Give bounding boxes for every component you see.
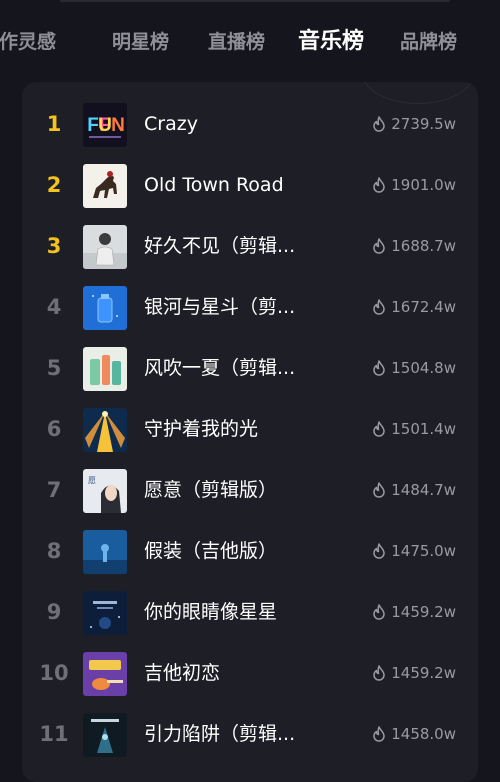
- girl-portrait-cover-art[interactable]: 愿: [83, 469, 127, 513]
- rank-number: 6: [46, 417, 62, 441]
- rank-number: 4: [46, 295, 62, 319]
- flame-icon: [373, 360, 385, 376]
- song-row[interactable]: 5 风吹一夏（剪辑... 1504.8w: [22, 338, 478, 399]
- flame-icon: [373, 177, 385, 193]
- heat-value: 1901.0w: [372, 155, 456, 216]
- category-tabs: 创作灵感 明星榜 直播榜 音乐榜 品牌榜: [0, 22, 500, 62]
- heat-text: 1459.2w: [391, 603, 456, 621]
- heat-text: 1504.8w: [391, 359, 456, 377]
- song-title: 你的眼睛像星星: [144, 601, 278, 623]
- blue-night-cover-art[interactable]: [83, 530, 127, 574]
- heat-value: 1475.0w: [372, 521, 456, 582]
- music-chart-panel: 1 F F U N Crazy 2739.5w 2 Old Town Road …: [22, 82, 478, 782]
- tab-live-chart[interactable]: 直播榜: [208, 22, 265, 62]
- song-title: Crazy: [144, 113, 198, 135]
- tab-brand-chart[interactable]: 品牌榜: [400, 22, 457, 62]
- dark-teal-cover-art[interactable]: [83, 713, 127, 757]
- song-title: 愿意（剪辑版）: [144, 479, 278, 501]
- rank-number: 9: [46, 600, 62, 624]
- heat-text: 1672.4w: [391, 298, 456, 316]
- song-row[interactable]: 6 守护着我的光 1501.4w: [22, 399, 478, 460]
- sunrays-cover-art[interactable]: [83, 408, 127, 452]
- rank-number: 5: [46, 356, 62, 380]
- heat-text: 1458.0w: [391, 725, 456, 743]
- song-row[interactable]: 10 吉他初恋 1459.2w: [22, 643, 478, 704]
- rank-number: 7: [46, 478, 62, 502]
- heat-text: 1459.2w: [391, 664, 456, 682]
- song-title: 银河与星斗（剪...: [144, 296, 296, 318]
- flame-icon: [373, 726, 385, 742]
- flame-icon: [373, 543, 385, 559]
- rank-number: 8: [46, 539, 62, 563]
- song-title: 守护着我的光: [144, 418, 259, 440]
- song-row[interactable]: 3 好久不见（剪辑... 1688.7w: [22, 216, 478, 277]
- song-row[interactable]: 9 你的眼睛像星星 1459.2w: [22, 582, 478, 643]
- svg-text:F: F: [87, 115, 99, 136]
- svg-text:U: U: [98, 115, 112, 136]
- heat-value: 1459.2w: [372, 643, 456, 704]
- flame-icon: [373, 299, 385, 315]
- heat-value: 1501.4w: [372, 399, 456, 460]
- heat-text: 1501.4w: [391, 420, 456, 438]
- song-title: 引力陷阱（剪辑...: [144, 723, 296, 745]
- flame-icon: [373, 665, 385, 681]
- tab-music-chart[interactable]: 音乐榜: [298, 22, 364, 62]
- song-row[interactable]: 11 引力陷阱（剪辑... 1458.0w: [22, 704, 478, 765]
- heat-text: 1484.7w: [391, 481, 456, 499]
- song-row[interactable]: 7 愿 愿意（剪辑版） 1484.7w: [22, 460, 478, 521]
- top-divider: [60, 0, 450, 2]
- song-title: 好久不见（剪辑...: [144, 235, 296, 257]
- heat-value: 1484.7w: [372, 460, 456, 521]
- rank-number: 1: [46, 112, 62, 136]
- heat-value: 1672.4w: [372, 277, 456, 338]
- flame-icon: [373, 604, 385, 620]
- heat-value: 2739.5w: [372, 94, 456, 155]
- heat-value: 1459.2w: [372, 582, 456, 643]
- green-drinks-cover-art[interactable]: [83, 347, 127, 391]
- tab-celebrity-chart[interactable]: 明星榜: [112, 22, 169, 62]
- heat-text: 2739.5w: [391, 115, 456, 133]
- song-row[interactable]: 2 Old Town Road 1901.0w: [22, 155, 478, 216]
- flame-icon: [373, 421, 385, 437]
- heat-text: 1475.0w: [391, 542, 456, 560]
- tab-creative-inspiration[interactable]: 创作灵感: [0, 22, 56, 62]
- blue-bottle-cover-art[interactable]: [83, 286, 127, 330]
- heat-text: 1901.0w: [391, 176, 456, 194]
- song-title: Old Town Road: [144, 174, 284, 196]
- rank-number: 11: [39, 722, 69, 746]
- svg-text:愿: 愿: [88, 476, 96, 485]
- heat-value: 1458.0w: [372, 704, 456, 765]
- heat-text: 1688.7w: [391, 237, 456, 255]
- flame-icon: [373, 482, 385, 498]
- song-title: 吉他初恋: [144, 662, 221, 684]
- svg-text:N: N: [111, 115, 125, 136]
- song-row[interactable]: 8 假装（吉他版） 1475.0w: [22, 521, 478, 582]
- rank-number: 2: [46, 173, 62, 197]
- flame-icon: [373, 238, 385, 254]
- song-title: 假装（吉他版）: [144, 540, 278, 562]
- dark-blue-cover-art[interactable]: [83, 591, 127, 635]
- song-row[interactable]: 4 银河与星斗（剪... 1672.4w: [22, 277, 478, 338]
- purple-guitar-cover-art[interactable]: [83, 652, 127, 696]
- rank-number: 10: [39, 661, 69, 685]
- horse-cover-art[interactable]: [83, 164, 127, 208]
- flame-icon: [373, 116, 385, 132]
- heat-value: 1504.8w: [372, 338, 456, 399]
- song-title: 风吹一夏（剪辑...: [144, 357, 296, 379]
- song-row[interactable]: 1 F F U N Crazy 2739.5w: [22, 94, 478, 155]
- fun-cover-art[interactable]: F F U N: [83, 103, 127, 147]
- person-light-cover-art[interactable]: [83, 225, 127, 269]
- rank-number: 3: [46, 234, 62, 258]
- heat-value: 1688.7w: [372, 216, 456, 277]
